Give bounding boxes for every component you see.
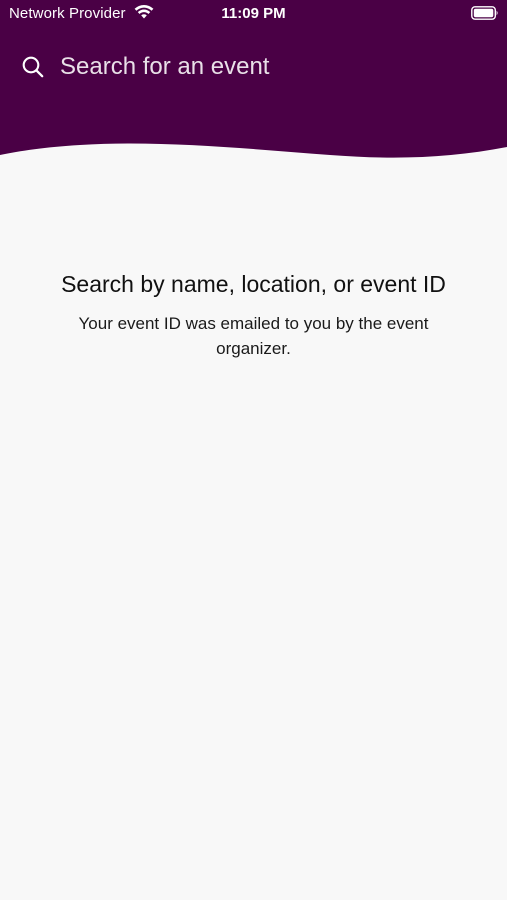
search-icon	[22, 56, 44, 78]
empty-state-subtitle: Your event ID was emailed to you by the …	[78, 314, 429, 358]
status-time: 11:09 PM	[221, 5, 286, 22]
battery-icon	[471, 6, 498, 20]
empty-state: Search by name, location, or event ID Yo…	[60, 270, 447, 361]
app-header: Network Provider 11:09 PM	[0, 0, 507, 160]
search-input[interactable]	[60, 50, 480, 84]
search-bar[interactable]	[0, 46, 507, 90]
status-bar: Network Provider 11:09 PM	[0, 0, 507, 28]
empty-state-title: Search by name, location, or event ID	[61, 271, 446, 297]
